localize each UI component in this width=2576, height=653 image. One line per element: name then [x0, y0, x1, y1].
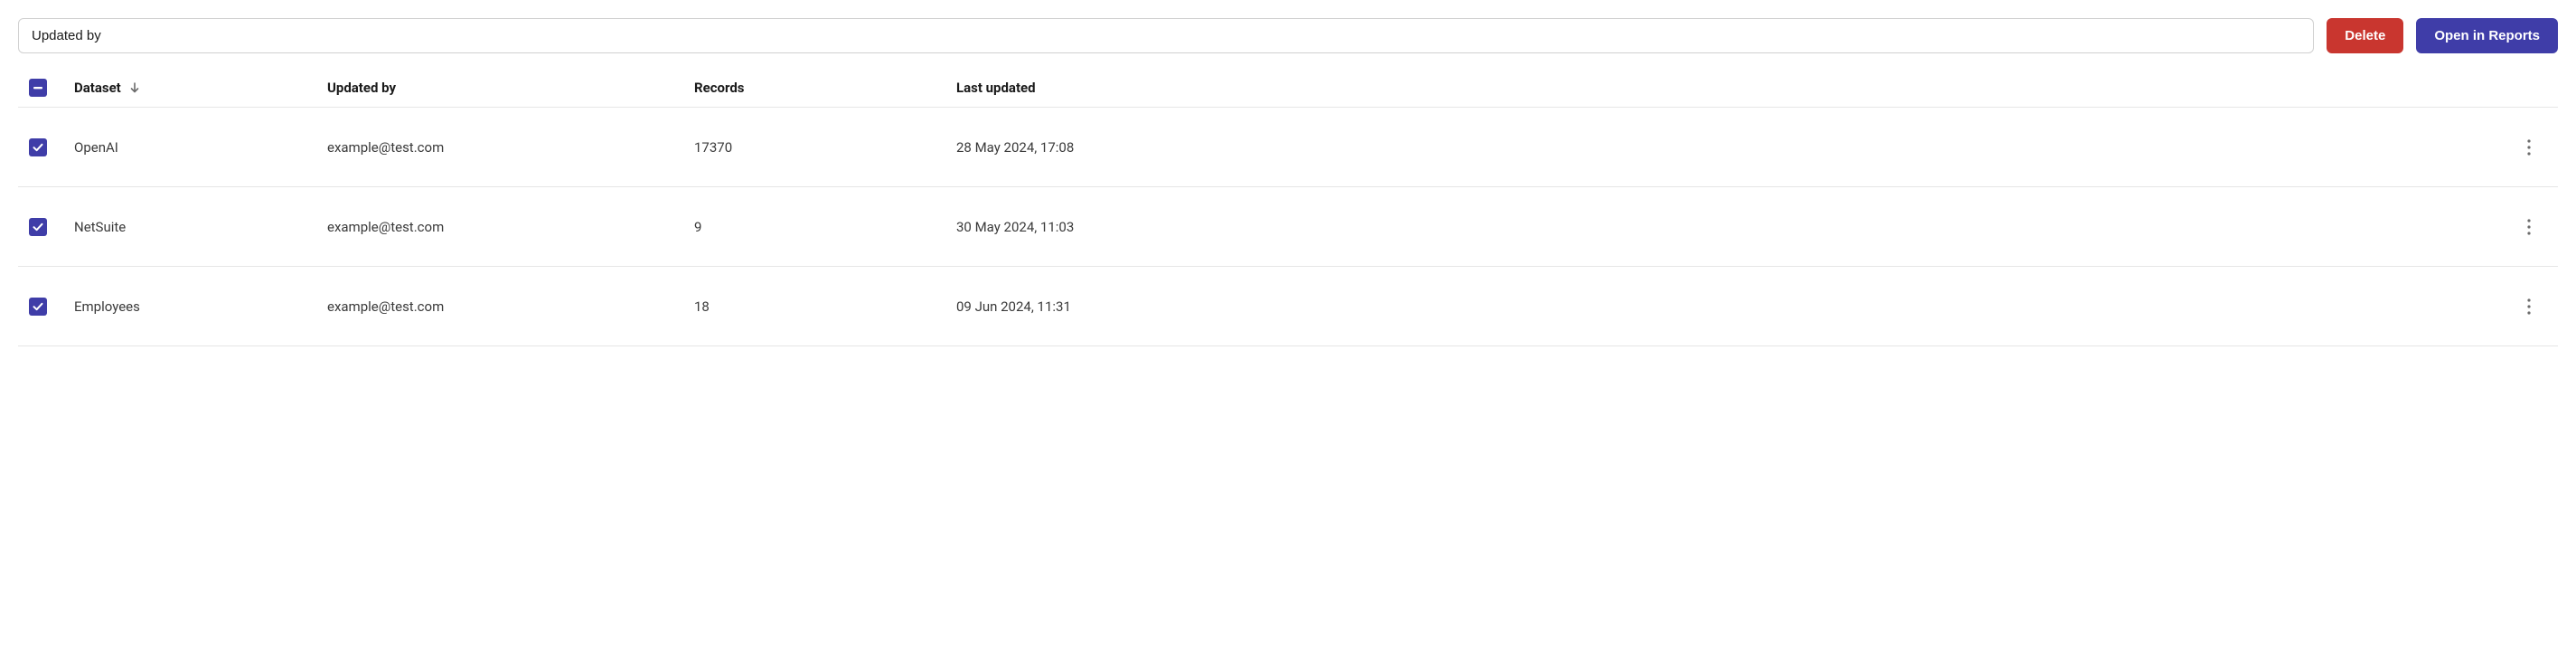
- cell-dataset: NetSuite: [74, 219, 327, 235]
- cell-last-updated: 30 May 2024, 11:03: [956, 219, 2511, 235]
- table-row: OpenAI example@test.com 17370 28 May 202…: [18, 108, 2558, 187]
- table-row: NetSuite example@test.com 9 30 May 2024,…: [18, 187, 2558, 267]
- row-actions-button[interactable]: [2522, 213, 2536, 241]
- cell-updated-by: example@test.com: [327, 219, 694, 235]
- row-actions-button[interactable]: [2522, 293, 2536, 320]
- header-records-label: Records: [694, 80, 745, 96]
- header-updated-by[interactable]: Updated by: [327, 80, 694, 96]
- row-checkbox[interactable]: [29, 218, 47, 236]
- kebab-icon: [2527, 298, 2531, 315]
- header-records[interactable]: Records: [694, 80, 956, 96]
- kebab-icon: [2527, 139, 2531, 156]
- indeterminate-icon: [32, 81, 44, 94]
- toolbar: Delete Open in Reports: [18, 18, 2558, 53]
- delete-button[interactable]: Delete: [2327, 18, 2403, 53]
- header-updated-by-label: Updated by: [327, 80, 396, 96]
- check-icon: [32, 221, 44, 233]
- select-all-checkbox[interactable]: [29, 79, 47, 97]
- search-input[interactable]: [18, 18, 2314, 53]
- cell-updated-by: example@test.com: [327, 139, 694, 156]
- row-actions-button[interactable]: [2522, 134, 2536, 161]
- cell-dataset: Employees: [74, 298, 327, 315]
- row-checkbox[interactable]: [29, 138, 47, 156]
- open-in-reports-button[interactable]: Open in Reports: [2416, 18, 2558, 53]
- cell-records: 9: [694, 219, 956, 235]
- arrow-down-icon: [128, 81, 141, 94]
- table-row: Employees example@test.com 18 09 Jun 202…: [18, 267, 2558, 346]
- cell-last-updated: 09 Jun 2024, 11:31: [956, 298, 2511, 315]
- header-dataset-label: Dataset: [74, 80, 121, 96]
- cell-records: 17370: [694, 139, 956, 156]
- header-dataset[interactable]: Dataset: [74, 80, 327, 96]
- cell-last-updated: 28 May 2024, 17:08: [956, 139, 2511, 156]
- datasets-table: Dataset Updated by Records Last updated: [18, 68, 2558, 346]
- check-icon: [32, 300, 44, 313]
- header-last-updated-label: Last updated: [956, 80, 1036, 96]
- table-header-row: Dataset Updated by Records Last updated: [18, 68, 2558, 108]
- kebab-icon: [2527, 219, 2531, 235]
- row-checkbox[interactable]: [29, 298, 47, 316]
- header-last-updated[interactable]: Last updated: [956, 80, 2511, 96]
- check-icon: [32, 141, 44, 154]
- cell-records: 18: [694, 298, 956, 315]
- cell-dataset: OpenAI: [74, 139, 327, 156]
- cell-updated-by: example@test.com: [327, 298, 694, 315]
